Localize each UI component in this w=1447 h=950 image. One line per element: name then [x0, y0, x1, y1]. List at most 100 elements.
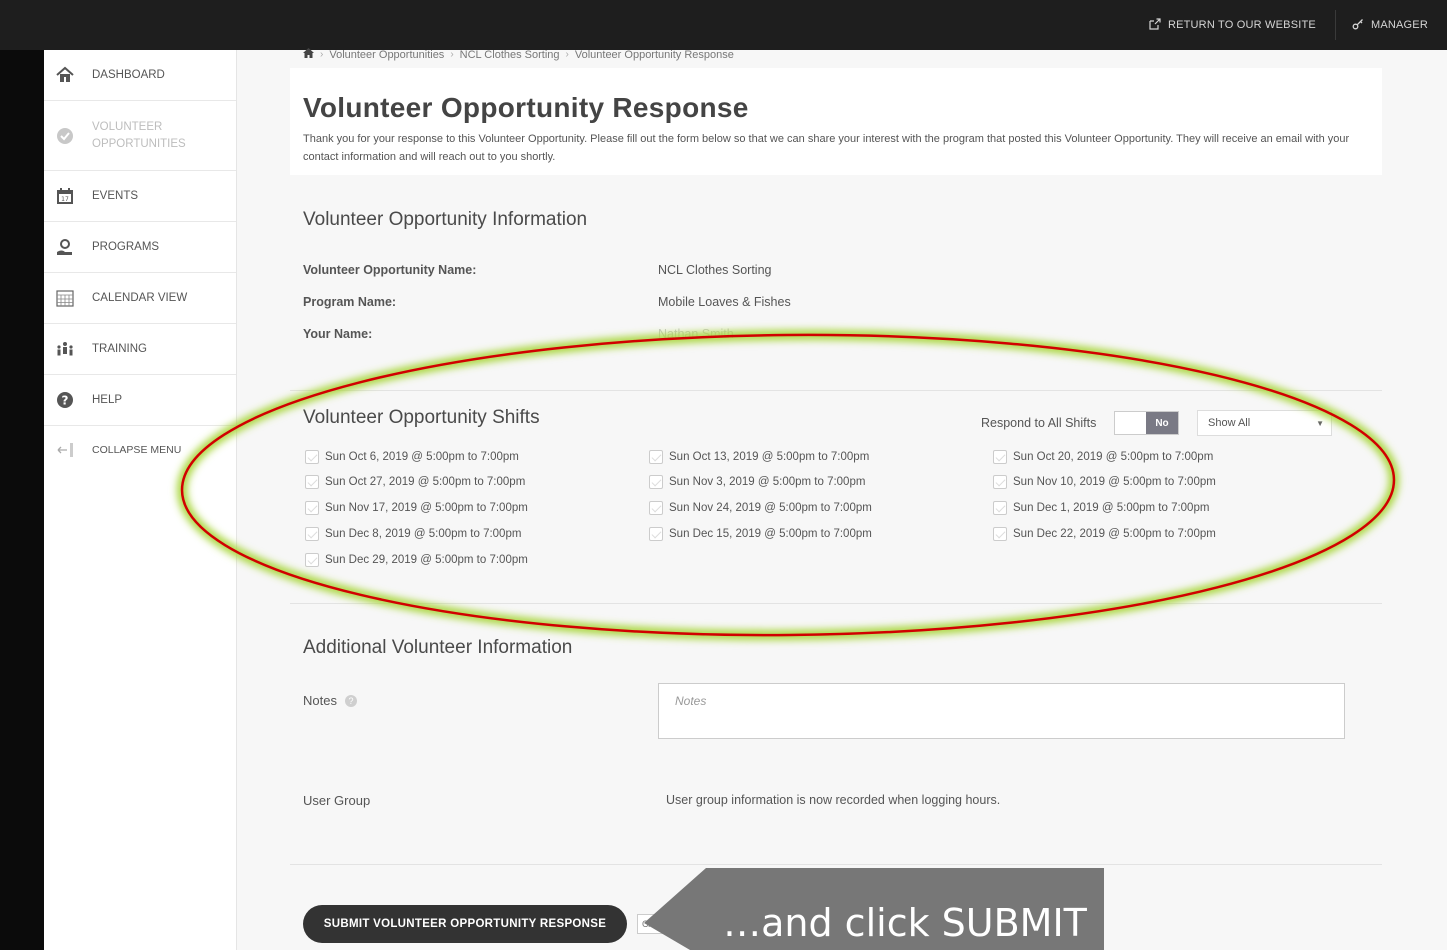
divider: [290, 864, 1382, 865]
cancel-button[interactable]: CANCEL: [637, 914, 677, 934]
notes-textarea[interactable]: [658, 683, 1345, 739]
sidebar-item-label: TRAINING: [92, 343, 147, 355]
checkbox[interactable]: [305, 501, 319, 515]
shift-checkbox[interactable]: Sun Oct 6, 2019 @ 5:00pm to 7:00pm: [305, 450, 519, 464]
checkbox[interactable]: [649, 501, 663, 515]
checkbox[interactable]: [649, 527, 663, 541]
sidebar-item-help[interactable]: ? HELP: [44, 375, 236, 426]
shifts-section-title: Volunteer Opportunity Shifts: [303, 407, 540, 428]
sidebar-item-dashboard[interactable]: DASHBOARD: [44, 50, 236, 101]
breadcrumb-volunteer-opportunities[interactable]: Volunteer Opportunities: [329, 49, 444, 61]
svg-text:17: 17: [61, 196, 69, 203]
program-name-value: Mobile Loaves & Fishes: [658, 295, 791, 309]
info-section-title: Volunteer Opportunity Information: [303, 209, 588, 230]
respond-all-toggle[interactable]: No: [1114, 411, 1179, 435]
calendar-day-icon: 17: [55, 186, 75, 206]
manager-link[interactable]: MANAGER: [1352, 18, 1428, 33]
key-icon: [1352, 18, 1364, 33]
respond-all-label: Respond to All Shifts: [981, 416, 1097, 430]
shift-label: Sun Dec 22, 2019 @ 5:00pm to 7:00pm: [1013, 528, 1216, 540]
top-separator: [1334, 10, 1336, 40]
divider: [290, 390, 1382, 391]
checkbox[interactable]: [305, 475, 319, 489]
sidebar-item-label: DASHBOARD: [92, 69, 165, 81]
question-icon: ?: [55, 390, 75, 410]
notes-label: Notes: [303, 693, 337, 708]
shift-checkbox[interactable]: Sun Dec 15, 2019 @ 5:00pm to 7:00pm: [649, 527, 872, 541]
external-link-icon: [1149, 17, 1161, 33]
breadcrumb-ncl-clothes-sorting[interactable]: NCL Clothes Sorting: [460, 49, 560, 61]
sidebar-item-label: HELP: [92, 394, 123, 406]
shift-checkbox[interactable]: Sun Nov 3, 2019 @ 5:00pm to 7:00pm: [649, 475, 865, 489]
sidebar-item-label: CALENDAR VIEW: [92, 292, 188, 304]
additional-section-title: Additional Volunteer Information: [303, 637, 573, 658]
checkbox[interactable]: [649, 475, 663, 489]
check-circle-icon: [55, 126, 75, 146]
toggle-value: No: [1146, 412, 1178, 434]
checkbox[interactable]: [305, 450, 319, 464]
breadcrumb: › Volunteer Opportunities › NCL Clothes …: [303, 48, 734, 61]
sidebar-item-events[interactable]: 17 EVENTS: [44, 171, 236, 222]
checkbox[interactable]: [305, 553, 319, 567]
sidebar-item-collapse-menu[interactable]: COLLAPSE MENU: [44, 426, 236, 474]
caret-down-icon: ▼: [1316, 419, 1324, 428]
checkbox[interactable]: [993, 527, 1007, 541]
intro-text: Thank you for your response to this Volu…: [303, 133, 1350, 163]
sidebar-item-volunteer-opportunities[interactable]: VOLUNTEER OPPORTUNITIES: [44, 101, 236, 171]
chevron-right-icon: ›: [450, 49, 454, 60]
shift-checkbox[interactable]: Sun Dec 8, 2019 @ 5:00pm to 7:00pm: [305, 527, 521, 541]
chevron-right-icon: ›: [320, 49, 324, 60]
opportunity-name-label: Volunteer Opportunity Name:: [303, 263, 477, 277]
shift-label: Sun Dec 29, 2019 @ 5:00pm to 7:00pm: [325, 554, 528, 566]
top-bar: RETURN TO OUR WEBSITE MANAGER: [0, 0, 1447, 50]
shift-checkbox[interactable]: Sun Oct 13, 2019 @ 5:00pm to 7:00pm: [649, 450, 869, 464]
shift-label: Sun Dec 15, 2019 @ 5:00pm to 7:00pm: [669, 528, 872, 540]
shift-checkbox[interactable]: Sun Dec 1, 2019 @ 5:00pm to 7:00pm: [993, 501, 1209, 515]
shift-label: Sun Dec 1, 2019 @ 5:00pm to 7:00pm: [1013, 502, 1210, 514]
question-circle-icon[interactable]: ?: [344, 694, 357, 707]
shift-label: Sun Oct 6, 2019 @ 5:00pm to 7:00pm: [325, 451, 519, 463]
shift-checkbox[interactable]: Sun Oct 20, 2019 @ 5:00pm to 7:00pm: [993, 450, 1213, 464]
top-links: RETURN TO OUR WEBSITE MANAGER: [1149, 0, 1428, 50]
shift-label: Sun Nov 3, 2019 @ 5:00pm to 7:00pm: [669, 476, 866, 488]
shift-checkbox[interactable]: Sun Dec 22, 2019 @ 5:00pm to 7:00pm: [993, 527, 1216, 541]
main-content: [237, 50, 1447, 950]
checkbox[interactable]: [993, 450, 1007, 464]
sidebar-item-training[interactable]: TRAINING: [44, 324, 236, 375]
user-group-label: User Group: [303, 793, 371, 808]
hand-heart-icon: [55, 237, 75, 257]
shift-label: Sun Oct 27, 2019 @ 5:00pm to 7:00pm: [325, 476, 526, 488]
checkbox[interactable]: [649, 450, 663, 464]
shift-checkbox[interactable]: Sun Oct 27, 2019 @ 5:00pm to 7:00pm: [305, 475, 525, 489]
calendar-grid-icon: [55, 288, 75, 308]
sidebar-item-programs[interactable]: PROGRAMS: [44, 222, 236, 273]
home-icon[interactable]: [303, 48, 314, 61]
breadcrumb-current: Volunteer Opportunity Response: [574, 48, 734, 61]
user-group-value: User group information is now recorded w…: [666, 793, 1001, 807]
sidebar-item-label: COLLAPSE MENU: [92, 444, 182, 456]
home-icon: [55, 65, 75, 85]
checkbox[interactable]: [993, 501, 1007, 515]
opportunity-name-value: NCL Clothes Sorting: [658, 263, 772, 277]
checkbox[interactable]: [305, 527, 319, 541]
sidebar-item-calendar-view[interactable]: CALENDAR VIEW: [44, 273, 236, 324]
manager-label: MANAGER: [1370, 19, 1428, 31]
sidebar-item-label: VOLUNTEER OPPORTUNITIES: [92, 120, 186, 150]
sidebar-item-label: PROGRAMS: [92, 241, 160, 253]
return-to-website-link[interactable]: RETURN TO OUR WEBSITE: [1149, 17, 1316, 33]
shift-label: Sun Oct 13, 2019 @ 5:00pm to 7:00pm: [669, 451, 870, 463]
shift-filter-select[interactable]: Show All ▼: [1197, 410, 1332, 436]
shift-checkbox[interactable]: Sun Nov 17, 2019 @ 5:00pm to 7:00pm: [305, 501, 528, 515]
sidebar: DASHBOARD VOLUNTEER OPPORTUNITIES 17 EVE…: [44, 50, 237, 950]
divider: [290, 603, 1382, 604]
notes-label-group: Notes ?: [303, 693, 357, 708]
submit-button[interactable]: SUBMIT VOLUNTEER OPPORTUNITY RESPONSE: [303, 905, 627, 943]
checkbox[interactable]: [993, 475, 1007, 489]
people-icon: [55, 339, 75, 359]
chevron-right-icon: ›: [565, 49, 569, 60]
shift-filter-value: Show All: [1208, 417, 1251, 429]
shift-checkbox[interactable]: Sun Nov 10, 2019 @ 5:00pm to 7:00pm: [993, 475, 1216, 489]
shift-label: Sun Oct 20, 2019 @ 5:00pm to 7:00pm: [1013, 451, 1214, 463]
shift-checkbox[interactable]: Sun Dec 29, 2019 @ 5:00pm to 7:00pm: [305, 553, 528, 567]
shift-checkbox[interactable]: Sun Nov 24, 2019 @ 5:00pm to 7:00pm: [649, 501, 872, 515]
